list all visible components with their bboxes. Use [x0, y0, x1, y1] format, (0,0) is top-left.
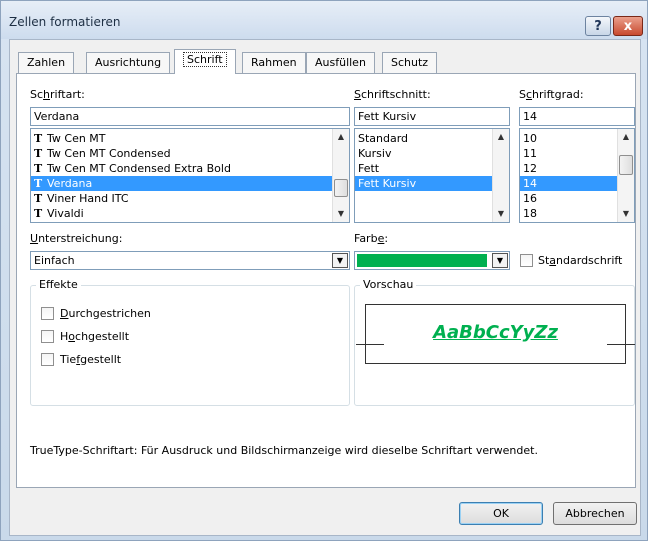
- font-info-text: TrueType-Schriftart: Für Ausdruck und Bi…: [30, 444, 538, 457]
- list-item-label: Verdana: [47, 177, 93, 190]
- list-item[interactable]: T Tw Cen MT: [31, 131, 349, 146]
- list-item-label: Fett: [358, 162, 380, 175]
- subscript-checkbox[interactable]: [41, 353, 54, 366]
- strikethrough-checkbox[interactable]: [41, 307, 54, 320]
- tab-schrift-label: Schrift: [183, 52, 227, 67]
- list-item[interactable]: Fett: [355, 161, 509, 176]
- preview-group: Vorschau AaBbCcYyZz: [354, 278, 635, 406]
- truetype-font-icon: T: [34, 177, 43, 190]
- scroll-down-icon[interactable]: ▼: [493, 206, 509, 222]
- strikethrough-label: Durchgestrichen: [60, 307, 151, 320]
- list-item-label: Standard: [358, 132, 409, 145]
- font-list-scroll-thumb[interactable]: [334, 179, 348, 197]
- list-item-label: Tw Cen MT Condensed: [47, 147, 171, 160]
- list-item-label: 10: [523, 132, 537, 145]
- list-item-label: Vivaldi: [47, 207, 84, 220]
- scroll-up-icon[interactable]: ▲: [493, 129, 509, 145]
- underline-value: Einfach: [34, 254, 75, 267]
- standard-font-checkbox[interactable]: [520, 254, 533, 267]
- tab-ausfuellen[interactable]: Ausfüllen: [306, 52, 375, 73]
- truetype-font-icon: T: [34, 147, 43, 160]
- underline-select[interactable]: Einfach ▼: [30, 251, 350, 270]
- preview-box: AaBbCcYyZz: [356, 304, 635, 364]
- font-label: Schriftart:: [30, 88, 85, 101]
- tab-rahmen[interactable]: Rahmen: [242, 52, 306, 73]
- preview-sample: AaBbCcYyZz: [433, 322, 558, 343]
- truetype-font-icon: T: [34, 192, 43, 205]
- scroll-up-icon[interactable]: ▲: [333, 129, 349, 145]
- style-list-scrollbar[interactable]: ▲ ▼: [492, 129, 509, 222]
- truetype-font-icon: T: [34, 207, 43, 220]
- list-item-label: Tw Cen MT: [47, 132, 106, 145]
- list-item[interactable]: Standard: [355, 131, 509, 146]
- tab-schrift[interactable]: Schrift: [174, 49, 236, 74]
- list-item[interactable]: T Vivaldi: [31, 206, 349, 221]
- color-label: Farbe:: [354, 232, 389, 245]
- font-list-scrollbar[interactable]: ▲ ▼: [332, 129, 349, 222]
- list-item[interactable]: T Verdana: [31, 176, 349, 191]
- tab-zahlen[interactable]: Zahlen: [18, 52, 75, 73]
- style-list[interactable]: Standard Kursiv Fett Fett Kursiv ▲ ▼: [354, 128, 510, 223]
- tab-panel-schrift: Schriftart: Verdana T Tw Cen MT T Tw Cen MT…: [16, 73, 636, 488]
- subscript-label: Tiefgestellt: [60, 353, 122, 366]
- superscript-label: Hochgestellt: [60, 330, 130, 343]
- font-input[interactable]: Verdana: [30, 107, 350, 126]
- tab-ausrichtung[interactable]: Ausrichtung: [86, 52, 171, 73]
- superscript-checkbox[interactable]: [41, 330, 54, 343]
- list-item-label: 11: [523, 147, 537, 160]
- list-item-label: Tw Cen MT Condensed Extra Bold: [47, 162, 231, 175]
- color-swatch: [357, 254, 487, 267]
- list-item[interactable]: Kursiv: [355, 146, 509, 161]
- scroll-up-icon[interactable]: ▲: [618, 129, 634, 145]
- truetype-font-icon: T: [34, 162, 43, 175]
- dialog-title: Zellen formatieren: [9, 15, 121, 29]
- size-list-scrollbar[interactable]: ▲ ▼: [617, 129, 634, 222]
- dialog-window: Zellen formatieren ? x Zahlen Ausrichtun…: [0, 0, 648, 541]
- size-list[interactable]: 10 11 12 14 16 18 ▲ ▼: [519, 128, 635, 223]
- list-item-label: 16: [523, 192, 537, 205]
- list-item[interactable]: Fett Kursiv: [355, 176, 509, 191]
- help-button[interactable]: ?: [585, 16, 611, 36]
- preview-baseline-right: [607, 344, 635, 345]
- style-label: Schriftschnitt:: [354, 88, 431, 101]
- preview-title: Vorschau: [360, 278, 417, 291]
- list-item[interactable]: T Tw Cen MT Condensed Extra Bold: [31, 161, 349, 176]
- effects-group: Effekte Durchgestrichen Hochgestellt Tie…: [30, 278, 350, 406]
- list-item-label: Kursiv: [358, 147, 392, 160]
- truetype-font-icon: T: [34, 132, 43, 145]
- dialog-client: Zahlen Ausrichtung Schrift Rahmen Ausfül…: [9, 39, 641, 536]
- scroll-down-icon[interactable]: ▼: [618, 206, 634, 222]
- list-item-label: Fett Kursiv: [358, 177, 417, 190]
- scroll-down-icon[interactable]: ▼: [333, 206, 349, 222]
- size-label: Schriftgrad:: [519, 88, 584, 101]
- tab-schutz[interactable]: Schutz: [382, 52, 438, 73]
- color-select[interactable]: ▼: [354, 251, 510, 270]
- preview-baseline-left: [356, 344, 384, 345]
- list-item[interactable]: T Tw Cen MT Condensed: [31, 146, 349, 161]
- style-input[interactable]: Fett Kursiv: [354, 107, 510, 126]
- standard-font-label: Standardschrift: [538, 254, 623, 267]
- chevron-down-icon[interactable]: ▼: [332, 253, 348, 268]
- list-item-label: Viner Hand ITC: [47, 192, 129, 205]
- font-list[interactable]: T Tw Cen MT T Tw Cen MT Condensed T Tw Cen MT…: [30, 128, 350, 223]
- effects-title: Effekte: [36, 278, 81, 291]
- size-input[interactable]: 14: [519, 107, 635, 126]
- size-list-scroll-thumb[interactable]: [619, 155, 633, 175]
- list-item-label: 12: [523, 162, 537, 175]
- title-bar[interactable]: Zellen formatieren ? x: [1, 1, 647, 39]
- list-item[interactable]: T Viner Hand ITC: [31, 191, 349, 206]
- ok-button[interactable]: OK: [459, 502, 543, 525]
- list-item-label: 18: [523, 207, 537, 220]
- underline-label: Unterstreichung:: [30, 232, 123, 245]
- list-item-label: 14: [523, 177, 537, 190]
- close-button[interactable]: x: [613, 16, 643, 36]
- chevron-down-icon[interactable]: ▼: [492, 253, 508, 268]
- cancel-button[interactable]: Abbrechen: [553, 502, 637, 525]
